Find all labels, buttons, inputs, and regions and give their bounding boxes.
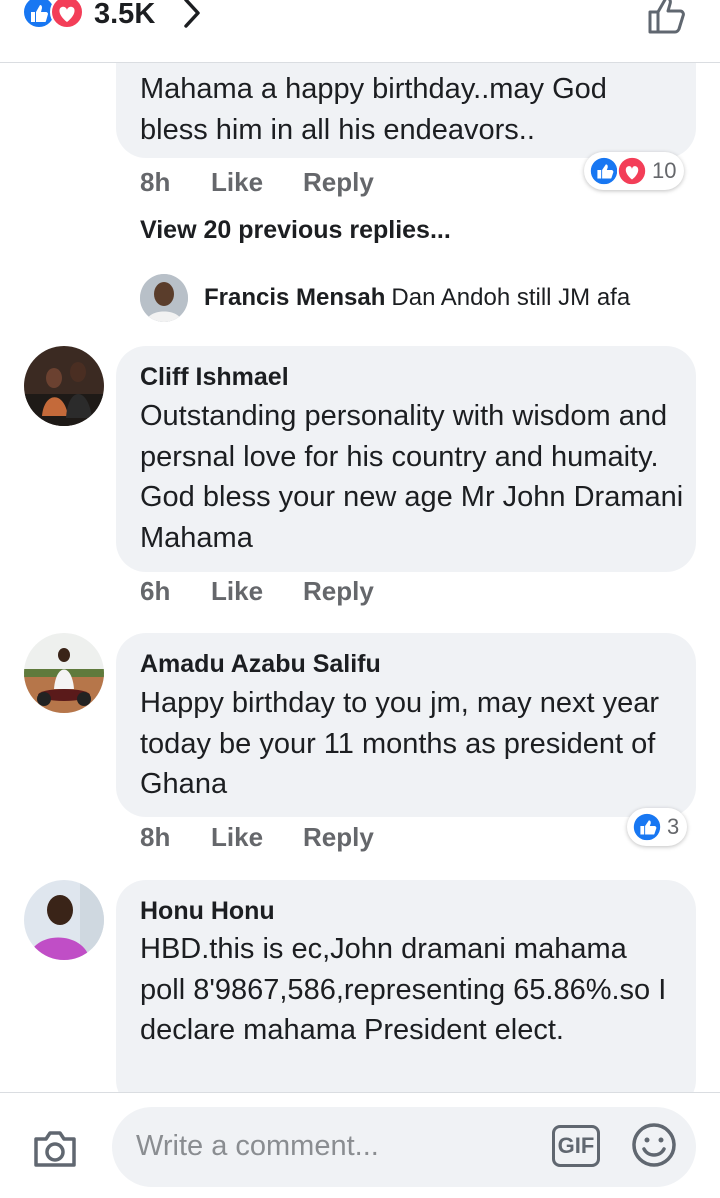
comment-reactions[interactable]: 10 [584,152,685,190]
comment-text: Outstanding personality with wisdom and … [140,400,684,554]
comment-time: 6h [140,576,171,606]
comment-text: HBD.this is ec,John dramani mahama poll … [140,933,667,1046]
love-icon [50,0,84,29]
like-icon [631,811,663,843]
reply-text: Dan Andoh still JM afa [391,284,631,311]
comment-input[interactable] [136,1121,536,1171]
emoji-icon[interactable] [630,1121,678,1169]
comment-text-top: Mahama a happy birthday..may God bless h… [140,73,607,146]
comment-author[interactable]: Amadu Azabu Salifu [140,650,381,679]
reply-preview[interactable]: Francis Mensah Dan Andoh still JM afa [204,284,630,312]
chevron-right-icon[interactable] [180,0,204,30]
reaction-count: 10 [652,158,677,183]
comment-time: 8h [140,822,171,852]
avatar[interactable] [24,880,104,960]
like-button[interactable]: Like [211,576,263,607]
avatar[interactable] [24,346,104,426]
comment-author[interactable]: Cliff Ishmael [140,363,289,392]
reaction-icons [22,0,84,30]
like-button[interactable]: Like [211,167,263,198]
gif-label: GIF [557,1133,595,1158]
comment-time: 8h [140,167,171,197]
comment-text: Happy birthday to you jm, may next year … [140,687,660,800]
reply-button[interactable]: Reply [303,822,374,853]
comment-composer[interactable]: GIF [112,1107,696,1187]
reaction-count[interactable]: 3.5K [94,0,155,31]
avatar[interactable] [140,274,188,322]
reply-author[interactable]: Francis Mensah [204,284,385,311]
thumbs-up-outline-icon[interactable] [644,0,692,38]
comment-author[interactable]: Honu Honu [140,897,275,926]
reactions-summary-bar[interactable]: 3.5K [0,0,720,63]
like-button[interactable]: Like [211,822,263,853]
reply-button[interactable]: Reply [303,167,374,198]
gif-button[interactable]: GIF [552,1125,600,1167]
reply-button[interactable]: Reply [303,576,374,607]
reaction-count: 3 [667,814,680,839]
love-icon [616,155,648,187]
comment-composer-bar: GIF [0,1092,720,1198]
comment-reactions[interactable]: 3 [627,808,688,846]
avatar[interactable] [24,633,104,713]
camera-icon[interactable] [30,1127,80,1171]
view-previous-replies-link[interactable]: View 20 previous replies... [140,216,451,245]
